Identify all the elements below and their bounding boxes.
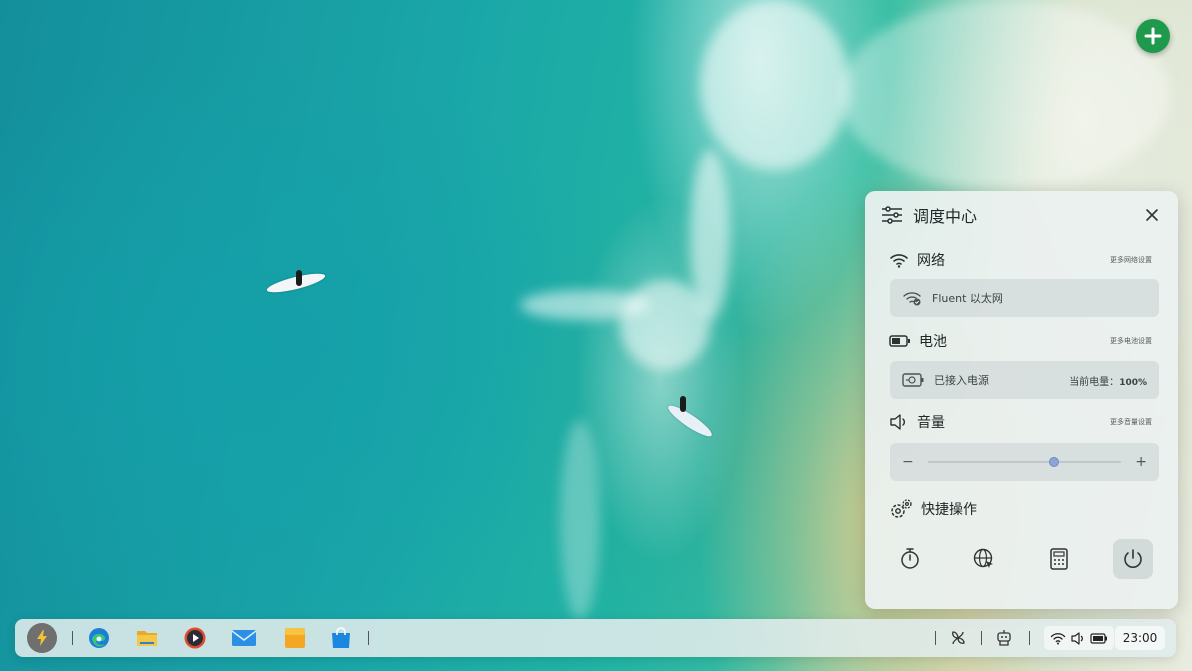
network-connection-card[interactable]: Fluent 以太网 <box>890 279 1159 317</box>
shore-foam <box>840 0 1170 190</box>
power-icon <box>1124 549 1142 568</box>
control-center-panel: 调度中心 网络 更多网络设置 Fluent 以太网 电池 更多电池设置 已接入电… <box>865 191 1178 609</box>
volume-slider-knob[interactable] <box>1048 457 1059 467</box>
media-player-app[interactable] <box>181 624 209 652</box>
taskbar-separator <box>1029 631 1030 645</box>
panel-header: 调度中心 <box>881 203 1164 227</box>
more-volume-settings-link[interactable]: 更多音量设置 <box>1110 417 1152 427</box>
taskbar-separator <box>72 631 73 645</box>
quick-actions-row <box>890 539 1153 581</box>
network-connection-name: Fluent 以太网 <box>932 292 1003 305</box>
panel-title: 调度中心 <box>913 207 978 226</box>
more-battery-settings-link[interactable]: 更多电池设置 <box>1110 336 1152 346</box>
battery-status-card: 已接入电源 当前电量：100% <box>890 361 1159 399</box>
speaker-icon <box>1071 631 1083 645</box>
volume-down-button[interactable]: − <box>902 454 914 470</box>
mail-icon <box>231 630 257 646</box>
plus-icon <box>1144 27 1162 45</box>
taskbar-separator <box>935 631 936 645</box>
taskbar-separator <box>368 631 369 645</box>
robot-icon <box>997 630 1011 646</box>
file-explorer-icon <box>137 631 157 646</box>
file-explorer-app[interactable] <box>133 624 161 652</box>
mail-app[interactable] <box>229 624 259 652</box>
add-button[interactable] <box>1136 19 1170 53</box>
taskbar-clock[interactable]: 23:00 <box>1115 626 1165 650</box>
tray-fan-button[interactable] <box>945 624 971 652</box>
edge-app[interactable] <box>85 624 113 652</box>
wifi-connected-icon <box>903 292 921 306</box>
wave-foam <box>520 290 650 320</box>
battery-level-value: 100% <box>1119 377 1147 388</box>
system-tray-status[interactable] <box>1044 626 1114 650</box>
wifi-icon <box>890 254 908 268</box>
surfer <box>680 396 686 412</box>
battery-icon <box>1090 632 1107 644</box>
speaker-icon <box>890 414 905 430</box>
battery-label: 电池 <box>919 334 947 350</box>
store-icon <box>332 627 350 648</box>
wave-foam <box>620 280 710 370</box>
battery-icon <box>889 335 910 347</box>
media-player-icon <box>184 627 206 649</box>
calculator-icon <box>1049 548 1068 570</box>
wifi-icon <box>1050 632 1066 644</box>
battery-level: 当前电量：100% <box>1069 373 1147 388</box>
timer-icon <box>901 548 919 569</box>
gear-icon <box>891 499 912 518</box>
network-section-header: 网络 更多网络设置 <box>889 249 1160 271</box>
start-icon <box>37 630 47 646</box>
wave-foam <box>700 0 850 170</box>
volume-label: 音量 <box>917 415 945 431</box>
fan-icon <box>952 631 965 645</box>
browser-button[interactable] <box>964 539 1004 579</box>
calculator-button[interactable] <box>1039 539 1079 579</box>
volume-up-button[interactable]: + <box>1135 454 1147 470</box>
quick-actions-label: 快捷操作 <box>921 502 977 518</box>
quick-actions-section-header: 快捷操作 <box>889 498 1160 520</box>
close-icon[interactable] <box>1144 207 1160 223</box>
edge-icon <box>89 628 109 648</box>
globe-cursor-icon <box>974 548 994 568</box>
timer-button[interactable] <box>890 539 930 579</box>
network-label: 网络 <box>917 253 945 269</box>
volume-slider[interactable] <box>927 457 1122 467</box>
surfboard <box>665 401 715 441</box>
store-app[interactable] <box>327 624 355 652</box>
battery-level-label: 当前电量： <box>1069 376 1120 388</box>
battery-section-header: 电池 更多电池设置 <box>889 330 1160 352</box>
wave-foam <box>560 420 600 620</box>
surfer <box>296 270 302 286</box>
more-network-settings-link[interactable]: 更多网络设置 <box>1110 255 1152 265</box>
tray-assistant-button[interactable] <box>991 624 1017 652</box>
battery-status-text: 已接入电源 <box>934 374 989 387</box>
notes-icon <box>285 628 305 648</box>
settings-sliders-icon <box>882 206 902 224</box>
power-button[interactable] <box>1112 539 1153 579</box>
power-plug-icon <box>902 373 924 387</box>
taskbar-separator <box>981 631 982 645</box>
taskbar: 23:00 <box>15 619 1176 657</box>
notes-app[interactable] <box>281 624 309 652</box>
start-button[interactable] <box>27 623 57 653</box>
volume-section-header: 音量 更多音量设置 <box>889 411 1160 433</box>
volume-slider-card: − + <box>890 443 1159 481</box>
